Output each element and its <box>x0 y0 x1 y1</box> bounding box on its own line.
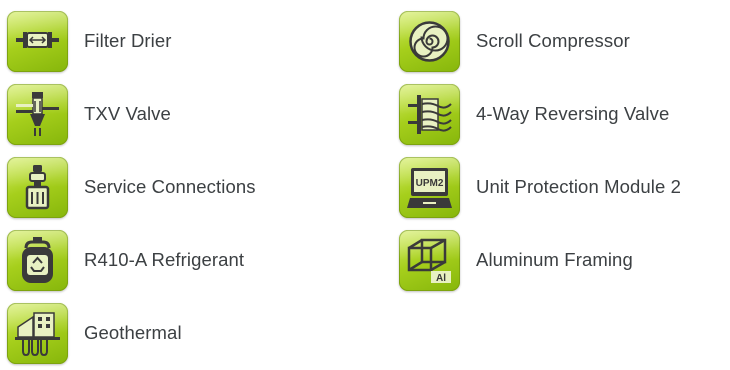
feature-item-upm2: UPM2 Unit Protection Module 2 <box>399 151 681 223</box>
feature-label: TXV Valve <box>84 103 171 124</box>
feature-item-filter-drier: Filter Drier <box>7 5 256 77</box>
feature-item-r410a-refrigerant: R410-A Refrigerant <box>7 224 256 296</box>
feature-label: Geothermal <box>84 322 182 343</box>
reversing-valve-icon <box>399 83 460 145</box>
feature-item-aluminum-framing: Al Aluminum Framing <box>399 224 681 296</box>
aluminum-framing-icon: Al <box>399 229 460 291</box>
feature-list-left: Filter Drier TXV Valve Service Connectio… <box>7 5 256 370</box>
feature-item-txv-valve: TXV Valve <box>7 78 256 150</box>
feature-list-right: Scroll Compressor 4-Way Reversing Valve … <box>399 5 681 297</box>
feature-label: Aluminum Framing <box>476 249 633 270</box>
feature-item-scroll-compressor: Scroll Compressor <box>399 5 681 77</box>
feature-label: Filter Drier <box>84 30 172 51</box>
scroll-compressor-icon <box>399 10 460 72</box>
filter-drier-icon <box>7 10 68 72</box>
refrigerant-tank-icon <box>7 229 68 291</box>
feature-label: Unit Protection Module 2 <box>476 176 681 197</box>
service-connections-icon <box>7 156 68 218</box>
feature-label: 4-Way Reversing Valve <box>476 103 670 124</box>
feature-label: Scroll Compressor <box>476 30 630 51</box>
feature-label: Service Connections <box>84 176 256 197</box>
feature-item-service-connections: Service Connections <box>7 151 256 223</box>
feature-item-geothermal: Geothermal <box>7 297 256 369</box>
txv-valve-icon <box>7 83 68 145</box>
feature-label: R410-A Refrigerant <box>84 249 245 270</box>
aluminum-icon-text: Al <box>436 273 446 284</box>
geothermal-icon <box>7 302 68 364</box>
upm2-icon-text: UPM2 <box>416 178 444 189</box>
upm2-icon: UPM2 <box>399 156 460 218</box>
feature-item-reversing-valve: 4-Way Reversing Valve <box>399 78 681 150</box>
